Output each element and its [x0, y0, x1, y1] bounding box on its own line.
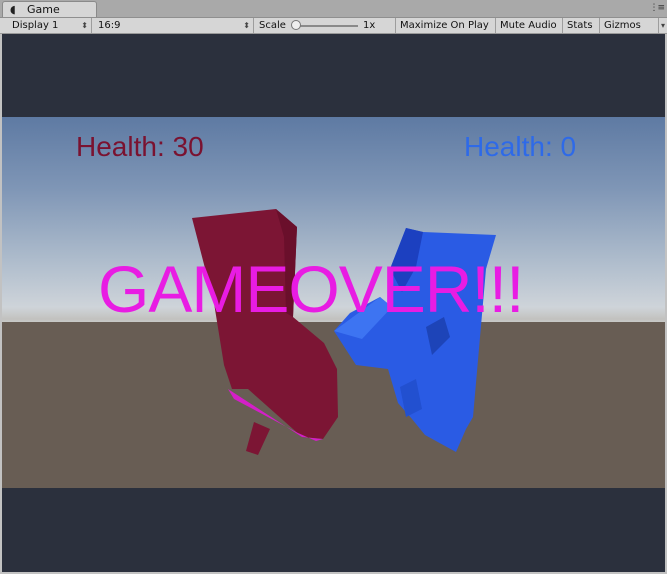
- scale-value: 1x: [363, 20, 376, 31]
- scale-label: Scale: [259, 20, 286, 31]
- gizmos-dropdown[interactable]: Gizmos ▾: [600, 18, 667, 33]
- gameover-text: GAMEOVER!!!: [98, 252, 524, 326]
- maximize-on-play-toggle[interactable]: Maximize On Play: [396, 18, 496, 33]
- display-dropdown[interactable]: Display 1 ⬍: [0, 18, 92, 33]
- scale-slider-thumb[interactable]: [291, 20, 301, 30]
- player2-health: Health: 0: [464, 131, 577, 162]
- menu-dots-icon[interactable]: ⋮≡: [649, 2, 665, 14]
- mute-audio-toggle[interactable]: Mute Audio: [496, 18, 563, 33]
- game-toolbar: Display 1 ⬍ 16:9 ⬍ Scale 1x Maximize On …: [0, 18, 667, 34]
- game-controller-icon: ◖: [10, 3, 16, 16]
- scale-slider-track[interactable]: [296, 25, 358, 27]
- aspect-dropdown[interactable]: 16:9 ⬍: [92, 18, 254, 33]
- stats-toggle[interactable]: Stats: [563, 18, 600, 33]
- aspect-label: 16:9: [98, 20, 121, 31]
- dropdown-arrow-icon: ▾: [657, 18, 665, 33]
- toolbar-divider: [380, 18, 396, 33]
- dropdown-arrow-icon: ⬍: [243, 21, 250, 30]
- tab-game[interactable]: ◖ Game: [2, 1, 97, 17]
- gizmos-label: Gizmos: [604, 20, 641, 31]
- red-fighter: [192, 209, 338, 455]
- player1-health: Health: 30: [76, 131, 204, 162]
- tab-label: Game: [27, 3, 60, 16]
- dropdown-arrow-icon: ⬍: [81, 21, 88, 30]
- game-viewport[interactable]: Health: 30 Health: 0 GAMEOVER!!!: [2, 34, 665, 572]
- game-scene: Health: 30 Health: 0 GAMEOVER!!!: [2, 117, 665, 488]
- display-label: Display 1: [12, 20, 59, 31]
- tab-strip: ◖ Game ⋮≡: [0, 0, 667, 18]
